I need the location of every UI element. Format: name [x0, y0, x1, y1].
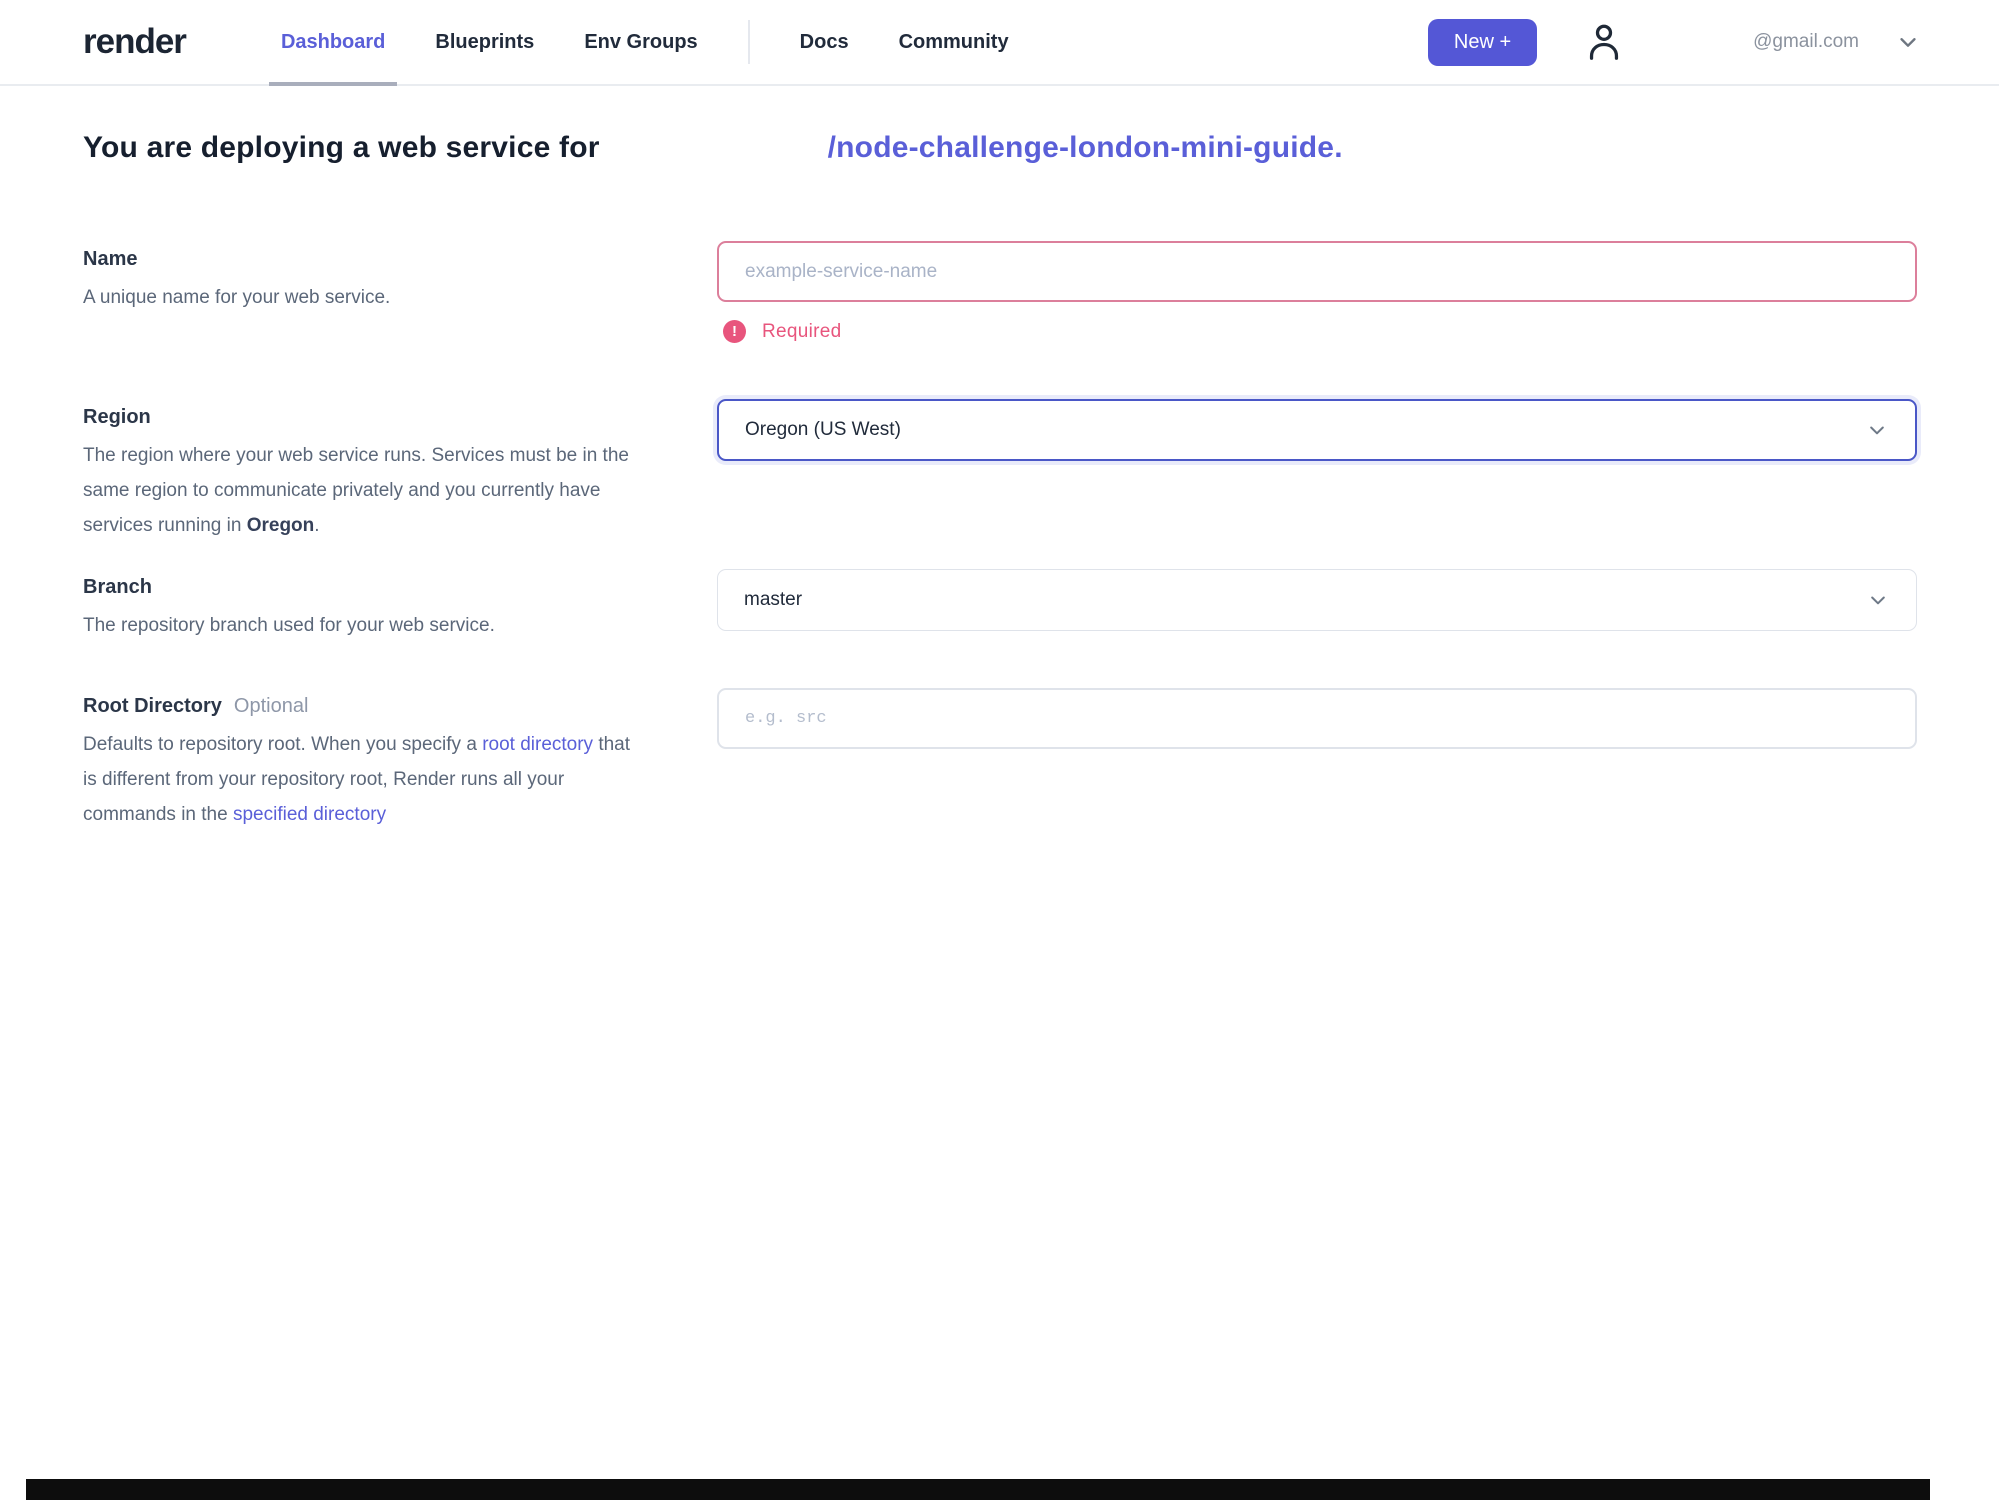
- page-title-prefix: You are deploying a web service for: [83, 131, 600, 164]
- bottom-screen-bar: [26, 1479, 1930, 1500]
- root-directory-field-control: [717, 687, 1917, 832]
- nav-item-env-groups[interactable]: Env Groups: [584, 0, 697, 84]
- name-error: ! Required: [723, 320, 1917, 343]
- root-directory-link[interactable]: root directory: [482, 734, 593, 755]
- name-field-info: Name A unique name for your web service.: [83, 241, 639, 343]
- page-title-period: .: [1334, 131, 1343, 164]
- branch-select[interactable]: master: [717, 569, 1917, 632]
- root-directory-label-text: Root Directory: [83, 694, 222, 717]
- header-right-cluster: New + @gmail.com: [1427, 18, 1919, 66]
- deploy-web-service-page: You are deploying a web service for /nod…: [0, 131, 1999, 832]
- region-field-info: Region The region where your web service…: [83, 399, 639, 543]
- region-field-control: Oregon (US West): [717, 399, 1917, 543]
- region-label: Region: [83, 406, 151, 428]
- top-navigation-bar: render Dashboard Blueprints Env Groups D…: [0, 0, 1999, 86]
- nav-divider: [747, 20, 750, 64]
- chevron-down-icon[interactable]: [1897, 31, 1919, 53]
- nav-item-community-label: Community: [898, 30, 1009, 53]
- nav-item-docs-label: Docs: [799, 30, 849, 53]
- form-row-region: Region The region where your web service…: [83, 399, 1917, 543]
- nav-item-dashboard[interactable]: Dashboard: [268, 0, 398, 86]
- branch-field-control: master: [717, 569, 1917, 643]
- branch-selected-value: master: [744, 589, 803, 611]
- deploy-form: Name A unique name for your web service.…: [83, 241, 1917, 832]
- region-select[interactable]: Oregon (US West): [717, 399, 1917, 461]
- region-desc-period: .: [314, 515, 320, 537]
- name-label: Name: [83, 248, 138, 270]
- optional-tag: Optional: [233, 694, 309, 717]
- render-logo[interactable]: render: [83, 22, 187, 62]
- page-title: You are deploying a web service for /nod…: [83, 131, 1917, 165]
- root-directory-label: Root Directory Optional: [83, 695, 639, 718]
- branch-field-info: Branch The repository branch used for yo…: [83, 569, 639, 643]
- new-button[interactable]: New +: [1427, 18, 1538, 66]
- active-tab-underline: [268, 82, 398, 86]
- name-error-text: Required: [762, 320, 842, 342]
- nav-item-dashboard-label: Dashboard: [280, 30, 386, 53]
- form-row-branch: Branch The repository branch used for yo…: [83, 569, 1917, 643]
- branch-label: Branch: [83, 576, 152, 599]
- user-icon[interactable]: [1581, 19, 1627, 65]
- root-desc-part1: Defaults to repository root. When you sp…: [83, 733, 483, 755]
- region-description: The region where your web service runs. …: [83, 438, 639, 543]
- nav-item-blueprints-label: Blueprints: [435, 30, 535, 53]
- form-row-root-directory: Root Directory Optional Defaults to repos…: [83, 687, 1917, 832]
- specified-directory-link[interactable]: specified directory: [233, 804, 386, 825]
- nav-item-docs[interactable]: Docs: [800, 0, 849, 84]
- exclamation-circle-icon: !: [723, 320, 746, 343]
- chevron-down-icon: [1867, 420, 1887, 440]
- region-desc-text: The region where your web service runs. …: [83, 445, 629, 537]
- name-description: A unique name for your web service.: [83, 287, 391, 308]
- region-desc-oregon: Oregon: [246, 515, 315, 537]
- root-directory-field-info: Root Directory Optional Defaults to repos…: [83, 688, 639, 832]
- nav-item-blueprints[interactable]: Blueprints: [435, 0, 534, 84]
- root-directory-description: Defaults to repository root. When you sp…: [83, 727, 639, 832]
- root-directory-input[interactable]: [717, 687, 1917, 749]
- form-row-name: Name A unique name for your web service.…: [83, 241, 1917, 343]
- name-field-control: ! Required: [717, 241, 1917, 343]
- nav-item-env-groups-label: Env Groups: [584, 30, 698, 53]
- region-selected-value: Oregon (US West): [745, 419, 901, 440]
- branch-description: The repository branch used for your web …: [83, 615, 495, 637]
- nav-item-community[interactable]: Community: [899, 0, 1009, 84]
- repo-name: /node-challenge-london-mini-guide: [827, 131, 1335, 164]
- chevron-down-icon: [1868, 590, 1888, 610]
- account-email[interactable]: @gmail.com: [1753, 31, 1859, 53]
- main-nav: Dashboard Blueprints Env Groups Docs Com…: [268, 0, 1059, 86]
- service-name-input[interactable]: [717, 241, 1917, 302]
